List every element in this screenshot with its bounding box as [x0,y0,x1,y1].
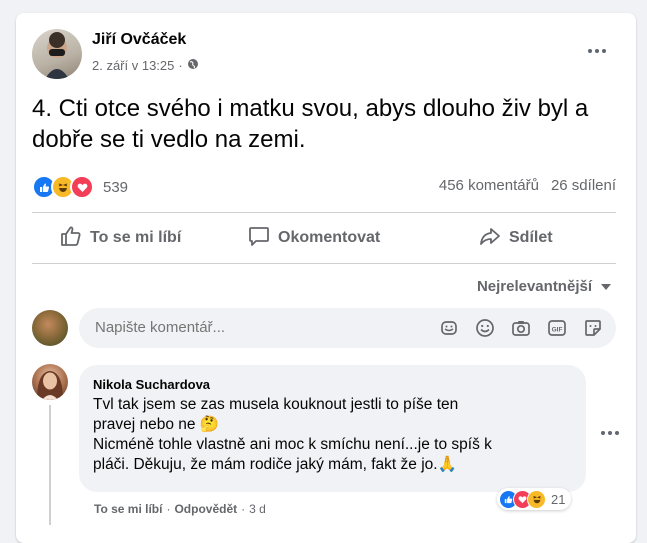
comment-line: Tvl tak jsem se zas musela kouknout jest… [93,396,459,413]
comment-author[interactable]: Nikola Suchardova [93,377,210,392]
like-button[interactable]: To se mi líbí [60,221,181,255]
share-button[interactable]: Sdílet [479,221,553,255]
comment-reactions[interactable]: 21 [497,488,572,510]
share-count[interactable]: 26 sdílení [551,177,616,194]
comment-reaction-count: 21 [551,491,566,507]
comment-bubble-icon [248,225,270,252]
comment-count[interactable]: 456 komentářů [439,177,539,194]
globe-icon [187,58,199,73]
comment-like-link[interactable]: To se mi líbí [94,502,162,516]
camera-icon[interactable] [510,317,532,339]
share-arrow-icon [479,225,501,252]
sort-dropdown[interactable]: Nejrelevantnější [477,278,612,295]
comment-text: Tvl tak jsem se zas musela kouknout jest… [93,395,578,475]
haha-reaction-icon [527,489,546,509]
post-counts: 456 komentářů 26 sdílení [439,177,616,194]
post-options-icon[interactable] [581,41,613,61]
comment-time[interactable]: 3 d [249,502,266,516]
like-label: To se mi líbí [90,229,182,246]
author-avatar[interactable] [32,29,82,79]
post-date[interactable]: 2. září v 13:25 [92,58,174,73]
comment-reply-link[interactable]: Odpovědět [174,502,237,516]
separator-dot: · [241,502,246,516]
post-meta: 2. září v 13:25 · [92,58,199,73]
divider-bottom [32,263,616,264]
thumbs-up-icon [60,225,82,252]
post-reactions[interactable]: 539 [32,175,128,199]
comment-label: Okomentovat [278,229,381,246]
caret-down-icon [600,278,612,295]
separator-dot: · [166,502,171,516]
divider-top [32,212,616,213]
sticker-icon[interactable] [582,317,604,339]
comment-line: pravej nebo ne 🤔 [93,416,220,433]
reaction-count: 539 [103,178,129,196]
svg-text:GIF: GIF [552,326,563,333]
sort-label: Nejrelevantnější [476,278,592,295]
comment-composer[interactable]: GIF [79,308,616,348]
emoji-icon[interactable] [474,317,496,339]
comment-input[interactable] [93,318,417,337]
comment-options-icon[interactable] [594,423,626,443]
share-label: Sdílet [509,229,553,246]
comment-button[interactable]: Okomentovat [248,221,380,255]
comment-line: pláči. Děkuju, že mám rodiče jaký mám, f… [93,456,457,473]
comment-actions: To se mi líbí · Odpovědět · 3 d [94,502,266,516]
post-text: 4. Cti otce svého i matku svou, abys dlo… [32,95,589,153]
thread-line [49,405,51,525]
composer-icons: GIF [438,317,604,339]
gif-icon[interactable]: GIF [546,317,568,339]
comment-line: Nicméně tohle vlastně ani moc k smíchu n… [93,436,492,453]
comment-bubble: Nikola Suchardova Tvl tak jsem se zas mu… [79,365,586,492]
meta-separator: · [178,58,183,73]
current-user-avatar[interactable] [32,310,68,346]
author-name[interactable]: Jiří Ovčáček [92,31,186,49]
love-reaction-icon [70,175,94,199]
sticker-face-icon[interactable] [438,317,460,339]
commenter-avatar[interactable] [32,364,68,400]
post-card: Jiří Ovčáček 2. září v 13:25 · 4. Cti ot… [16,13,636,543]
